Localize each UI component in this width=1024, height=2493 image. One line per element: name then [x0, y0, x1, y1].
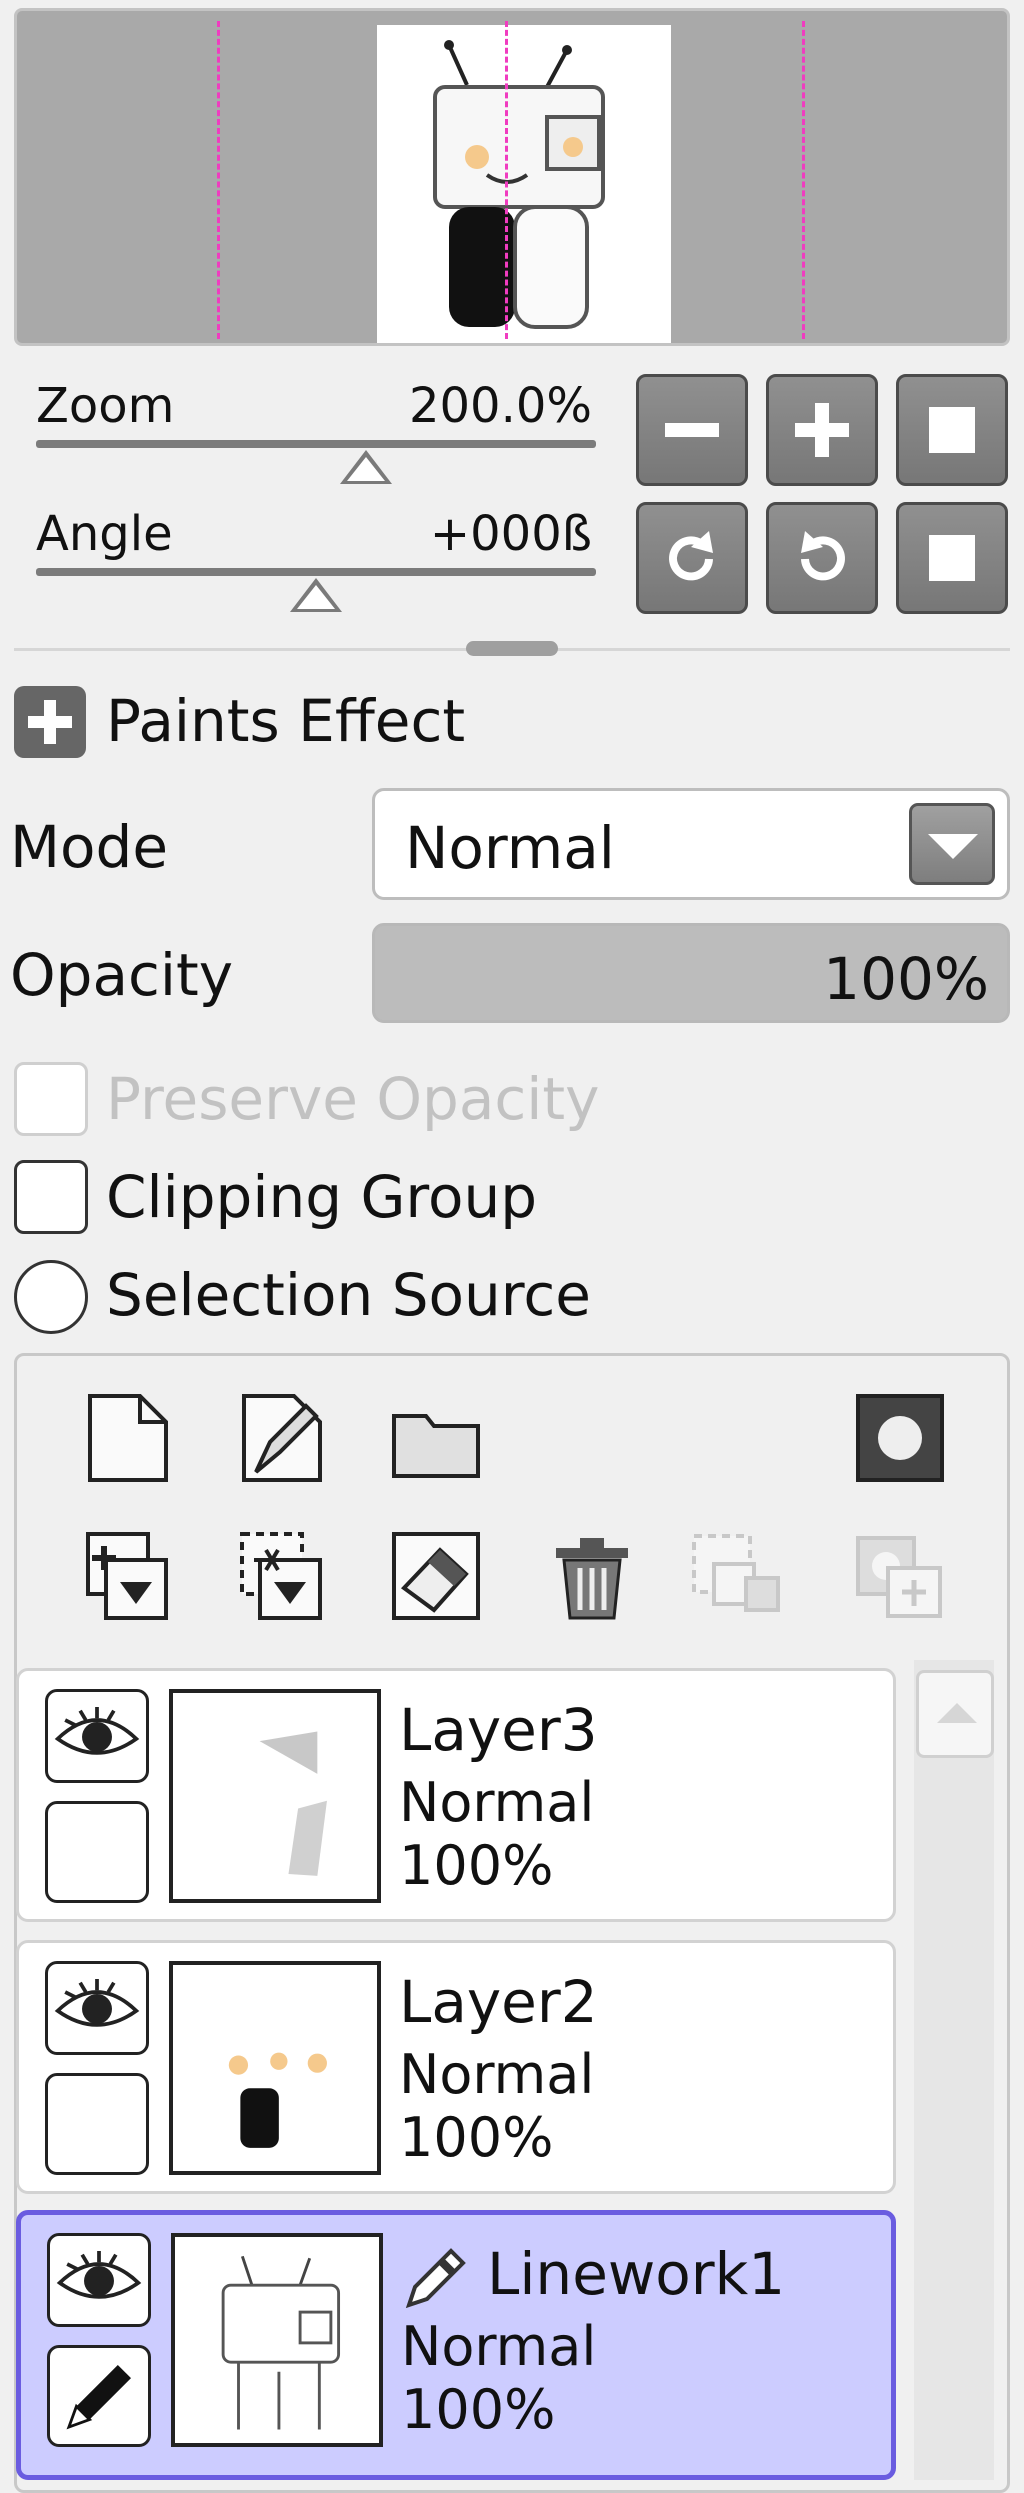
rotate-left-button[interactable]: [636, 502, 748, 614]
plus-icon: [795, 403, 849, 457]
canvas-drawing: [433, 40, 605, 329]
layer-thumbnail-art: [221, 2255, 341, 2430]
layer-lock-toggle[interactable]: [45, 1801, 149, 1903]
angle-slider-track[interactable]: [36, 568, 596, 576]
clear-layer-icon[interactable]: [390, 1530, 482, 1622]
blend-mode-value: Normal: [405, 814, 615, 882]
rotation-reset-button[interactable]: [896, 502, 1008, 614]
layer-opacity: 100%: [399, 2106, 554, 2169]
minus-icon: [665, 423, 719, 437]
layer-thumbnail: [169, 1689, 381, 1903]
merge-down-icon[interactable]: [82, 1530, 174, 1622]
guide-line-right: [802, 21, 805, 339]
angle-label: Angle: [36, 506, 173, 562]
trash-icon[interactable]: [546, 1530, 638, 1622]
new-mask-icon: [854, 1530, 946, 1622]
eye-icon: [56, 2250, 142, 2299]
layer-row[interactable]: Layer3 Normal 100%: [16, 1668, 896, 1922]
eye-icon: [54, 1978, 140, 2027]
layer-thumbnail: [169, 1961, 381, 2175]
zoom-value: 200.0%: [408, 378, 592, 434]
zoom-reset-button[interactable]: [896, 374, 1008, 486]
clipping-group-label: Clipping Group: [106, 1163, 538, 1231]
paints-effect-expand-button[interactable]: [14, 686, 86, 758]
layer-thumbnail-art: [259, 1731, 327, 1876]
visibility-toggle[interactable]: [45, 1961, 149, 2055]
merge-selection-icon[interactable]: [236, 1530, 328, 1622]
layer-blend-mode: Normal: [401, 2315, 597, 2378]
layer-thumbnail-art: [228, 2052, 327, 2148]
new-linework-layer-icon[interactable]: [236, 1392, 328, 1484]
panel-resize-grip[interactable]: [466, 641, 558, 656]
selection-source-label: Selection Source: [106, 1261, 591, 1329]
zoom-slider-track[interactable]: [36, 440, 596, 448]
guide-line-center: [505, 21, 508, 339]
layer-edit-toggle[interactable]: [47, 2345, 151, 2447]
square-icon: [929, 407, 975, 453]
visibility-toggle[interactable]: [45, 1689, 149, 1783]
new-layer-icon[interactable]: [82, 1392, 174, 1484]
plus-icon: [28, 700, 72, 744]
layer-opacity: 100%: [399, 1834, 554, 1897]
visibility-toggle[interactable]: [47, 2233, 151, 2327]
layers-scrollbar[interactable]: [914, 1660, 994, 2480]
eye-icon: [54, 1706, 140, 1755]
scroll-up-button[interactable]: [916, 1670, 994, 1758]
layer-row[interactable]: Layer2 Normal 100%: [16, 1940, 896, 2194]
layer-blend-mode: Normal: [399, 1771, 595, 1834]
opacity-value: 100%: [823, 945, 989, 1013]
layer-opacity: 100%: [401, 2378, 556, 2441]
angle-value: +000ß: [429, 506, 592, 562]
layer-name: Layer2: [399, 1968, 598, 2036]
layer-name: Linework1: [487, 2240, 786, 2308]
navigator-preview[interactable]: [14, 8, 1010, 346]
opacity-label: Opacity: [10, 941, 234, 1009]
layer-thumbnail: [171, 2233, 383, 2447]
mode-label: Mode: [10, 813, 169, 881]
rotate-right-button[interactable]: [766, 502, 878, 614]
zoom-label: Zoom: [36, 378, 175, 434]
canvas-thumbnail: [377, 25, 671, 343]
clipping-group-checkbox[interactable]: [14, 1160, 88, 1234]
zoom-slider-thumb[interactable]: [340, 450, 392, 484]
layer-row-selected[interactable]: Linework1 Normal 100%: [16, 2210, 896, 2480]
layer-lock-toggle[interactable]: [45, 2073, 149, 2175]
preserve-opacity-label: Preserve Opacity: [106, 1065, 600, 1133]
preserve-opacity-checkbox[interactable]: [14, 1062, 88, 1136]
layer-blend-mode: Normal: [399, 2043, 595, 2106]
zoom-out-button[interactable]: [636, 374, 748, 486]
angle-slider-thumb[interactable]: [290, 578, 342, 612]
pen-icon: [66, 2364, 131, 2430]
rotate-ccw-icon: [669, 531, 713, 581]
rotate-cw-icon: [801, 531, 845, 581]
zoom-in-button[interactable]: [766, 374, 878, 486]
layer-mask-icon[interactable]: [854, 1392, 946, 1484]
selection-source-toggle[interactable]: [14, 1260, 88, 1334]
paints-effect-label: Paints Effect: [106, 687, 466, 755]
pen-icon: [401, 2241, 471, 2311]
square-icon: [929, 535, 975, 581]
blend-mode-select[interactable]: Normal: [372, 788, 1010, 900]
merge-visible-icon: [690, 1530, 782, 1622]
chevron-down-icon[interactable]: [909, 803, 995, 885]
guide-line-left: [217, 21, 220, 339]
new-folder-icon[interactable]: [390, 1392, 482, 1484]
layer-name: Layer3: [399, 1696, 598, 1764]
opacity-slider[interactable]: 100%: [372, 923, 1010, 1023]
